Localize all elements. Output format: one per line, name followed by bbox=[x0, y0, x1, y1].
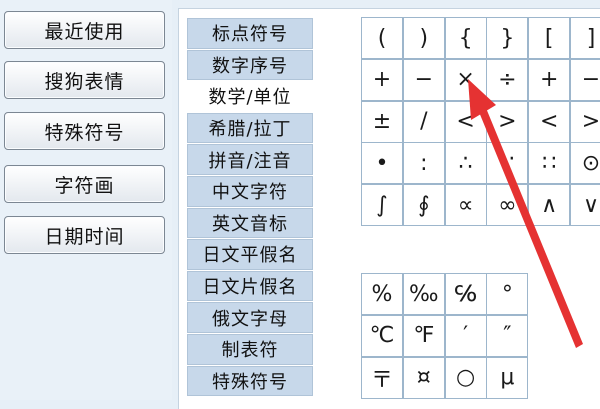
symbol-cell[interactable]: ∴ bbox=[444, 142, 487, 185]
symbol-cell[interactable]: ) bbox=[402, 17, 445, 59]
symbol-cell[interactable]: 〒 bbox=[361, 356, 403, 399]
category-chinese-chars[interactable]: 中文字符 bbox=[187, 175, 313, 207]
symbol-cell[interactable]: ℃ bbox=[361, 314, 403, 357]
symbol-cell[interactable]: ○ bbox=[444, 356, 487, 399]
symbol-cell[interactable]: ÷ bbox=[486, 58, 529, 101]
symbol-cell[interactable]: + bbox=[361, 58, 403, 101]
symbol-cell[interactable]: ″ bbox=[486, 314, 529, 357]
category-punctuation[interactable]: 标点符号 bbox=[187, 18, 313, 49]
symbol-cell[interactable]: ± bbox=[361, 100, 403, 143]
symbol-cell[interactable]: [ bbox=[528, 17, 571, 59]
symbol-cell[interactable]: < bbox=[444, 100, 487, 143]
symbol-cell[interactable]: ° bbox=[486, 273, 529, 315]
left-panel: 最近使用 搜狗表情 特殊符号 字符画 日期时间 bbox=[0, 0, 172, 400]
symbol-cell[interactable]: / bbox=[402, 100, 445, 143]
symbol-cell[interactable]: ∞ bbox=[486, 184, 529, 227]
symbol-cell[interactable]: ∧ bbox=[528, 184, 571, 227]
symbol-cell[interactable]: % bbox=[361, 273, 403, 315]
symbol-cell[interactable]: ℅ bbox=[444, 273, 487, 315]
category-number-sequence[interactable]: 数字序号 bbox=[187, 49, 313, 81]
symbol-cell[interactable]: ℉ bbox=[402, 314, 445, 357]
category-russian[interactable]: 俄文字母 bbox=[187, 302, 313, 333]
date-time-button[interactable]: 日期时间 bbox=[4, 216, 165, 254]
symbol-cell[interactable]: ∨ bbox=[570, 184, 600, 227]
symbol-cell[interactable]: < bbox=[528, 100, 571, 143]
symbol-cell[interactable]: > bbox=[570, 100, 600, 143]
symbol-cell[interactable]: { bbox=[444, 17, 487, 59]
symbol-cell[interactable]: μ bbox=[486, 356, 529, 399]
symbol-cell[interactable]: ∮ bbox=[402, 184, 445, 227]
symbol-cell[interactable]: : bbox=[402, 142, 445, 185]
symbol-cell[interactable]: × bbox=[444, 58, 487, 101]
symbol-cell[interactable]: ∷ bbox=[528, 142, 571, 185]
symbol-cell[interactable]: ( bbox=[361, 17, 403, 59]
symbol-cell[interactable]: ⊙ bbox=[570, 142, 600, 185]
symbol-cell[interactable]: ∵ bbox=[486, 142, 529, 185]
category-special-symbols[interactable]: 特殊符号 bbox=[187, 365, 313, 397]
category-list: 标点符号 数字序号 数学/单位 希腊/拉丁 拼音/注音 中文字符 英文音标 日文… bbox=[187, 18, 313, 397]
category-english-phonetic[interactable]: 英文音标 bbox=[187, 207, 313, 239]
recent-used-button[interactable]: 最近使用 bbox=[4, 11, 165, 49]
category-hiragana[interactable]: 日文平假名 bbox=[187, 239, 313, 270]
symbol-cell[interactable]: } bbox=[486, 17, 529, 59]
symbol-cell[interactable]: ¤ bbox=[402, 356, 445, 399]
symbol-cell[interactable]: > bbox=[486, 100, 529, 143]
symbol-cell[interactable]: − bbox=[402, 58, 445, 101]
char-art-button[interactable]: 字符画 bbox=[4, 165, 165, 203]
category-math-units[interactable]: 数学/单位 bbox=[187, 81, 313, 112]
category-pinyin-zhuyin[interactable]: 拼音/注音 bbox=[187, 144, 313, 175]
symbol-cell[interactable]: ] bbox=[570, 17, 600, 59]
symbol-cell[interactable]: • bbox=[361, 142, 403, 185]
sogou-emoji-button[interactable]: 搜狗表情 bbox=[4, 61, 165, 99]
category-greek-latin[interactable]: 希腊/拉丁 bbox=[187, 112, 313, 144]
symbol-cell[interactable]: ‰ bbox=[402, 273, 445, 315]
symbol-cell[interactable]: − bbox=[570, 58, 600, 101]
symbol-cell[interactable]: ∫ bbox=[361, 184, 403, 227]
symbol-cell[interactable]: ∝ bbox=[444, 184, 487, 227]
special-symbols-button[interactable]: 特殊符号 bbox=[4, 112, 165, 150]
symbol-cell[interactable]: ′ bbox=[444, 314, 487, 357]
symbol-cell[interactable]: + bbox=[528, 58, 571, 101]
category-katakana[interactable]: 日文片假名 bbox=[187, 270, 313, 302]
category-box-drawing[interactable]: 制表符 bbox=[187, 333, 313, 365]
